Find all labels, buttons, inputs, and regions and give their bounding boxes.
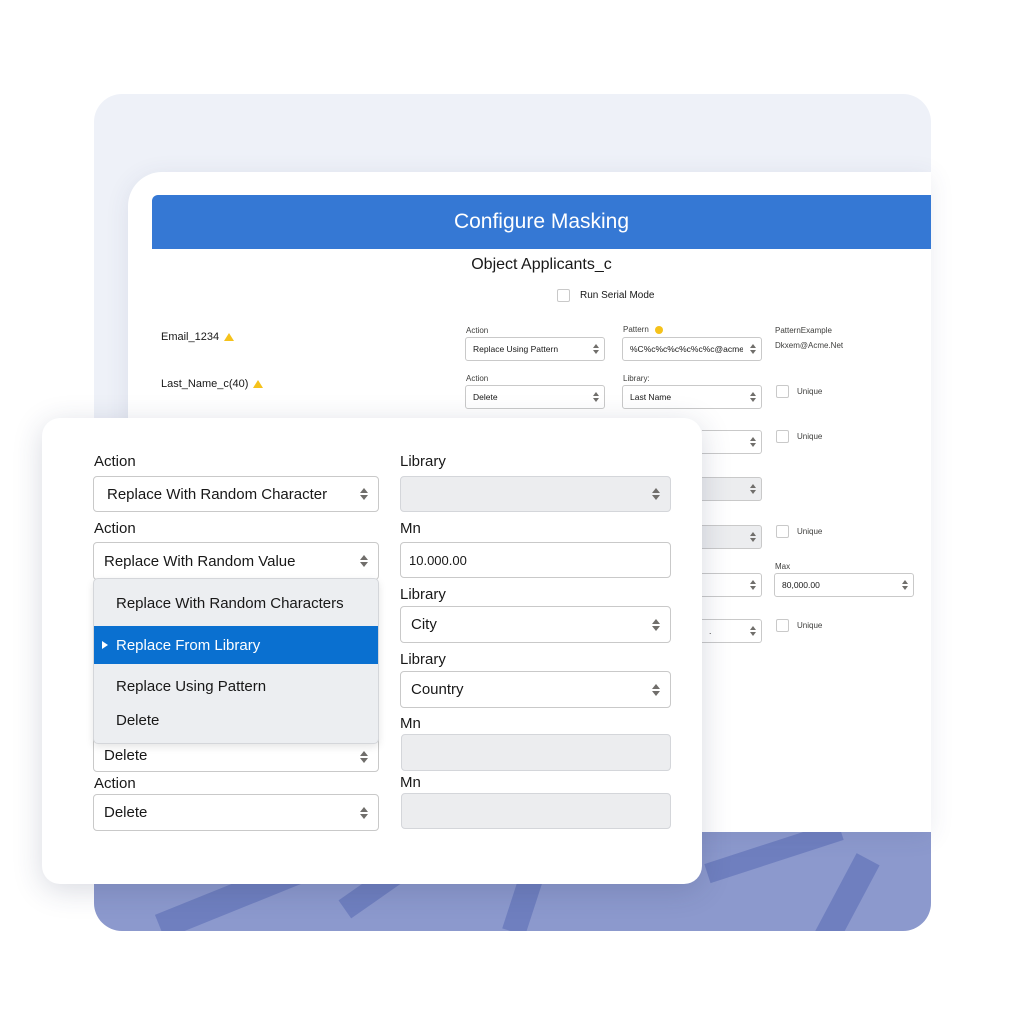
hidden-select-3[interactable]	[702, 525, 762, 549]
library-value: Last Name	[630, 392, 672, 402]
unique-label: Unique	[797, 387, 823, 396]
select-arrows-icon	[360, 555, 368, 567]
unique-checkbox[interactable]	[776, 619, 789, 632]
serial-mode-label: Run Serial Mode	[580, 290, 655, 301]
min-label: Mn	[400, 520, 421, 537]
library-label: Library	[400, 651, 446, 668]
pattern-label: Pattern	[623, 325, 663, 334]
select-arrows-icon	[750, 532, 756, 542]
dropdown-option-replace-using-pattern[interactable]: Replace Using Pattern	[94, 669, 378, 703]
field-name-email: Email_1234	[161, 331, 235, 343]
pattern-example-value: Dkxem@Acme.Net	[775, 341, 844, 350]
dropdown-option-replace-from-library[interactable]: Replace From Library	[94, 626, 378, 664]
dropdown-option-label: Delete	[116, 711, 160, 729]
select-arrows-icon	[750, 392, 756, 402]
library-label: Library	[400, 586, 446, 603]
select-arrows-icon	[360, 751, 368, 764]
library-select-value: Country	[411, 681, 464, 698]
action-select-last-name[interactable]: Delete	[465, 385, 605, 409]
select-arrows-icon	[652, 683, 660, 696]
action-select-value: Replace Using Pattern	[473, 344, 559, 354]
select-arrows-icon	[360, 806, 368, 819]
dropdown-option-random-characters[interactable]: Replace With Random Characters	[94, 585, 378, 621]
action-label: Action	[94, 453, 136, 470]
action-select-value: Delete	[473, 392, 498, 402]
action-select-value: Delete	[104, 804, 148, 821]
min-label: Mn	[400, 715, 421, 732]
unique-checkbox[interactable]	[776, 430, 789, 443]
max-input[interactable]: 80,000.00	[774, 573, 914, 597]
unique-label: Unique	[797, 621, 823, 630]
library-select-value: City	[411, 616, 437, 633]
min-input-disabled[interactable]	[401, 734, 671, 771]
select-arrows-icon	[652, 618, 660, 631]
unique-label: Unique	[797, 527, 823, 536]
warning-icon	[224, 333, 235, 342]
select-arrows-icon	[750, 484, 756, 494]
min-input-disabled[interactable]	[401, 793, 671, 829]
dropdown-option-delete[interactable]: Delete	[94, 703, 378, 737]
pattern-example-label: PatternExample	[775, 326, 832, 335]
select-arrows-icon	[593, 392, 599, 402]
action-label: Action	[94, 520, 136, 537]
select-arrows-icon	[593, 344, 599, 354]
configure-masking-header: Configure Masking	[152, 195, 931, 249]
library-select-disabled[interactable]	[400, 476, 671, 512]
hidden-select-4[interactable]	[702, 573, 762, 597]
field-name-last-name: Last_Name_c(40)	[161, 378, 264, 390]
library-label: Library:	[623, 374, 650, 383]
caret-right-icon	[102, 641, 108, 649]
select-arrows-icon	[750, 626, 756, 636]
partial-value: .	[709, 626, 712, 636]
unique-label: Unique	[797, 432, 823, 441]
min-label: Mn	[400, 774, 421, 791]
max-label: Max	[775, 562, 791, 571]
action-select-value: Replace With Random Value	[104, 552, 296, 570]
action-select-value: Replace With Random Character	[107, 485, 328, 503]
select-arrows-icon	[750, 580, 756, 590]
dropdown-option-label: Replace From Library	[116, 636, 261, 654]
action-select-email[interactable]: Replace Using Pattern	[465, 337, 605, 361]
action-select-value: Delete	[104, 746, 148, 764]
dropdown-option-label: Replace Using Pattern	[116, 677, 267, 695]
select-arrows-icon	[750, 437, 756, 447]
action-dropdown-menu: Replace With Random Characters Replace F…	[93, 578, 379, 744]
max-value: 80,000.00	[782, 580, 820, 590]
window-title: Configure Masking	[453, 210, 630, 233]
library-label: Library	[400, 453, 446, 470]
action-select-random-value[interactable]: Replace With Random Value	[93, 542, 379, 580]
pattern-select-email[interactable]: %C%c%c%c%c%c%c@acme.	[622, 337, 762, 361]
unique-checkbox[interactable]	[776, 525, 789, 538]
select-arrows-icon	[750, 344, 756, 354]
library-select-last-name[interactable]: Last Name	[622, 385, 762, 409]
action-label: Action	[466, 326, 489, 335]
info-icon	[654, 325, 663, 334]
min-input[interactable]: 10.000.00	[400, 542, 671, 578]
library-select-city[interactable]: City	[400, 606, 671, 643]
action-select-delete[interactable]: Delete	[93, 794, 379, 831]
select-arrows-icon	[360, 488, 368, 500]
pattern-value: %C%c%c%c%c%c%c@acme.	[630, 344, 743, 354]
action-label: Action	[94, 775, 136, 792]
select-arrows-icon	[652, 488, 660, 500]
warning-icon	[253, 380, 264, 389]
select-arrows-icon	[902, 580, 908, 590]
object-title: Object Applicants_c	[471, 256, 612, 273]
min-value: 10.000.00	[409, 552, 467, 568]
action-select-random-character[interactable]: Replace With Random Character	[93, 476, 379, 512]
action-label: Action	[466, 374, 489, 383]
hidden-select-5[interactable]: .	[702, 619, 762, 643]
dropdown-option-label: Replace With Random Characters	[116, 594, 344, 612]
serial-mode-checkbox[interactable]	[557, 289, 570, 302]
hidden-select-1[interactable]	[702, 430, 762, 454]
unique-checkbox[interactable]	[776, 385, 789, 398]
hidden-select-2[interactable]	[702, 477, 762, 501]
library-select-country[interactable]: Country	[400, 671, 671, 708]
